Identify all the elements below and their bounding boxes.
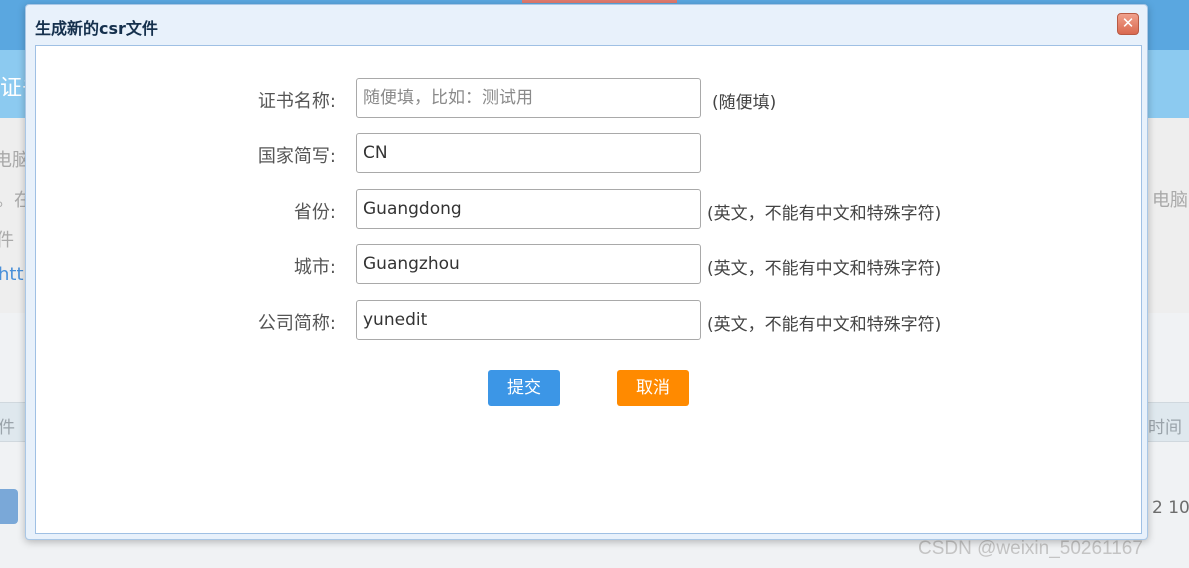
submit-button[interactable]: 提交 xyxy=(488,370,560,406)
country-input[interactable] xyxy=(356,133,701,173)
watermark: CSDN @weixin_50261167 xyxy=(918,538,1143,559)
background-text-line-right: 电脑 xyxy=(1152,190,1188,211)
province-hint: (英文，不能有中文和特殊字符) xyxy=(707,204,942,224)
province-input[interactable] xyxy=(356,189,701,229)
table-header-cell: 时间 xyxy=(1148,418,1182,438)
dialog-title: 生成新的csr文件 xyxy=(35,19,158,38)
background-link[interactable]: htt xyxy=(0,264,24,285)
cert-name-input[interactable] xyxy=(356,78,701,118)
background-button[interactable] xyxy=(0,489,18,524)
cert-name-hint: (随便填) xyxy=(712,93,777,113)
cancel-button[interactable]: 取消 xyxy=(617,370,689,406)
city-label: 城市: xyxy=(293,257,336,278)
province-label: 省份: xyxy=(293,202,336,223)
csr-dialog: 生成新的csr文件 ✕ 证书名称: (随便填) 国家简写: 省份: (英文，不能… xyxy=(25,4,1148,540)
cert-name-label: 证书名称: xyxy=(257,91,336,112)
city-input[interactable] xyxy=(356,244,701,284)
city-hint: (英文，不能有中文和特殊字符) xyxy=(707,259,942,279)
country-label: 国家简写: xyxy=(257,146,336,167)
company-label: 公司简称: xyxy=(257,313,336,334)
close-button[interactable]: ✕ xyxy=(1117,13,1139,35)
company-input[interactable] xyxy=(356,300,701,340)
company-hint: (英文，不能有中文和特殊字符) xyxy=(707,315,942,335)
close-icon: ✕ xyxy=(1121,14,1135,32)
background-top-accent xyxy=(522,0,677,3)
table-header-cell: 件 xyxy=(0,418,15,438)
dialog-body: 证书名称: (随便填) 国家简写: 省份: (英文，不能有中文和特殊字符) 城市… xyxy=(35,45,1142,534)
background-table-cell: 2 10 xyxy=(1152,498,1189,518)
